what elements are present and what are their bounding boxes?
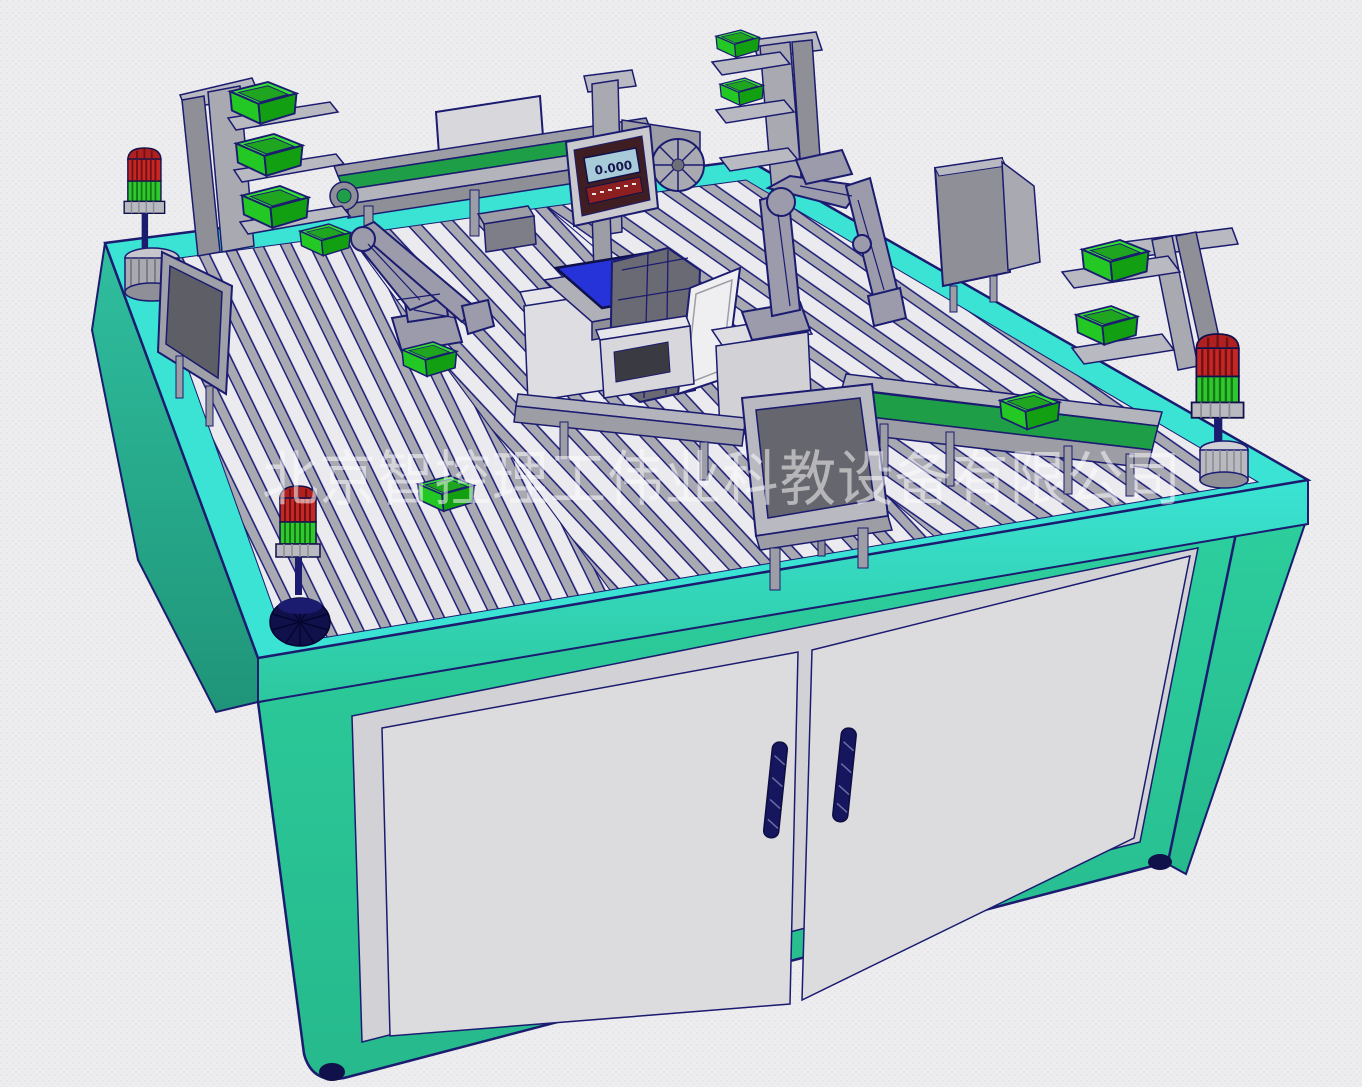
robot-shoulder-joint bbox=[767, 188, 795, 216]
tower-base-bottom bbox=[1200, 472, 1248, 488]
cad-render: 0.000 bbox=[0, 0, 1362, 1087]
monitor-leg bbox=[858, 528, 868, 568]
motor-hub bbox=[672, 159, 684, 171]
conveyor-end-roller-hub bbox=[337, 189, 351, 203]
panel-leg bbox=[990, 276, 997, 302]
table-foot-right bbox=[1148, 854, 1172, 870]
tower-light-right bbox=[1192, 334, 1248, 488]
panel-leg bbox=[206, 386, 213, 426]
panel-leg bbox=[950, 286, 957, 312]
tower-base-rim bbox=[278, 598, 322, 614]
monitor-leg bbox=[770, 548, 780, 590]
table-foot-left bbox=[319, 1063, 345, 1081]
panel-face bbox=[935, 158, 1010, 286]
watermark-text: 北京智控理工伟业科教设备有限公司 bbox=[262, 445, 1182, 515]
panel-leg bbox=[176, 356, 183, 398]
cad-render-stage: 0.000 bbox=[0, 0, 1362, 1087]
robot-wrist bbox=[868, 288, 906, 326]
